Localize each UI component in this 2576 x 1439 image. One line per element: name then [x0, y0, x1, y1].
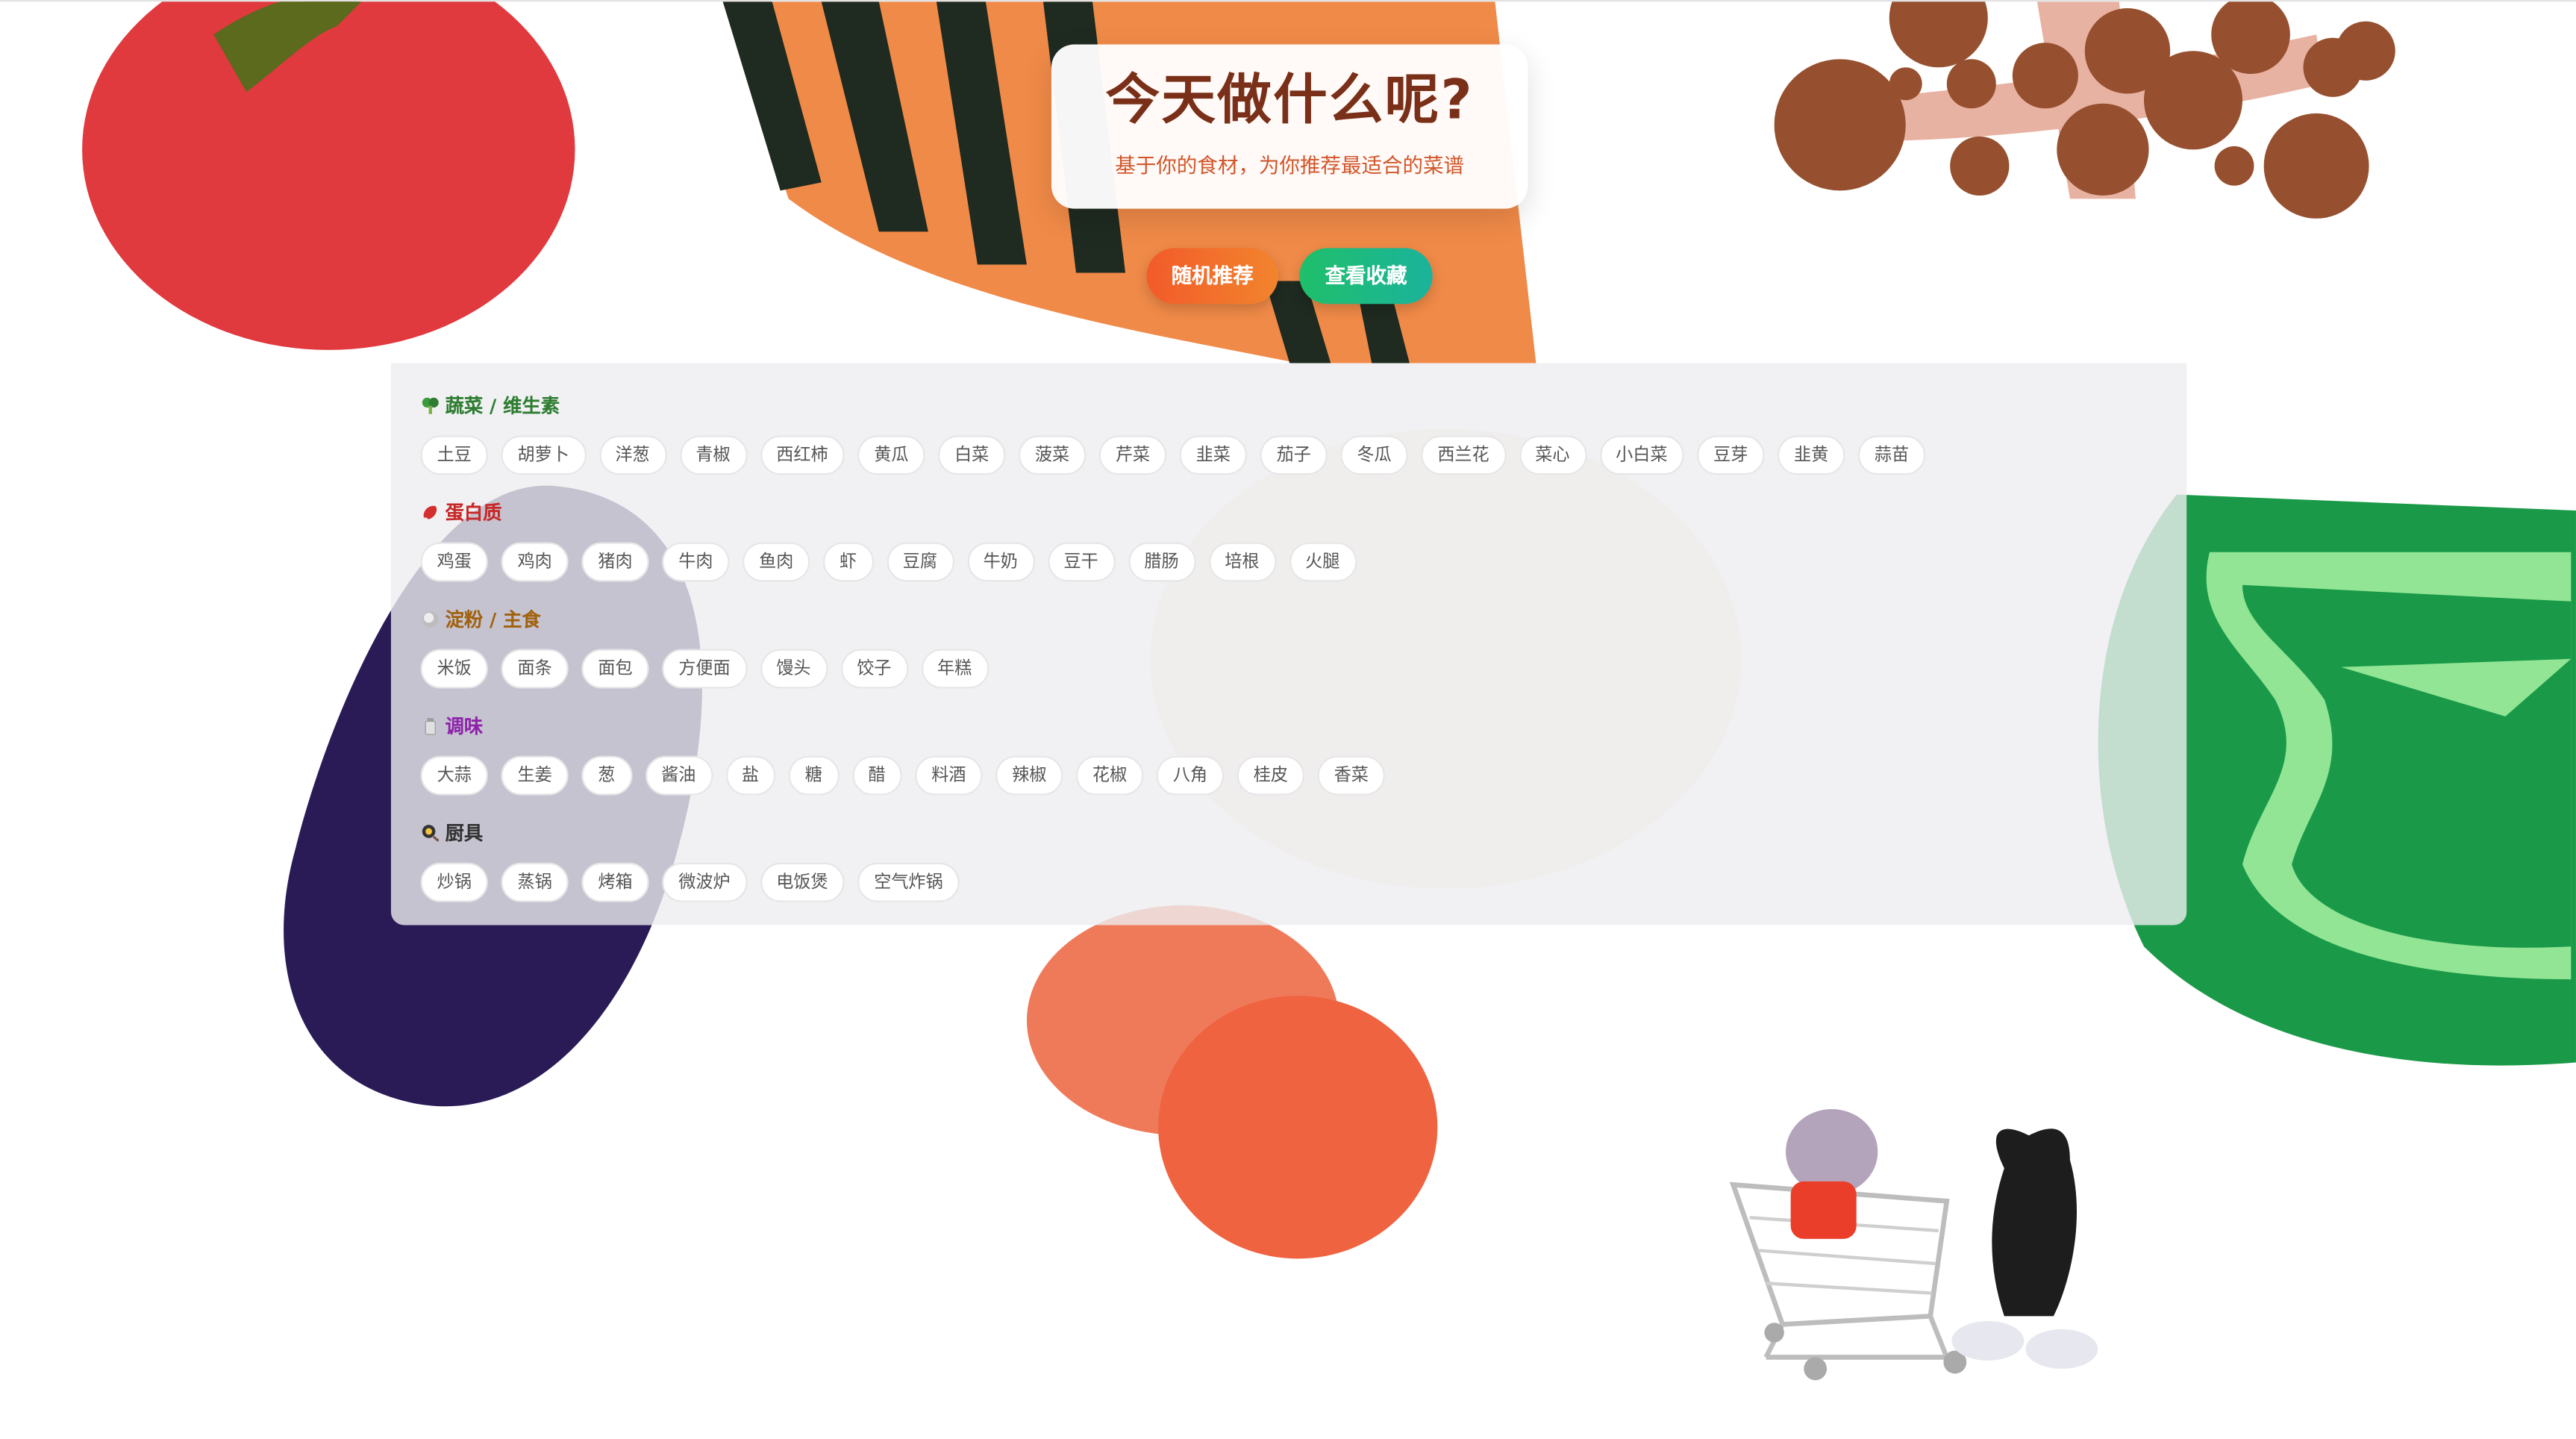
- ingredient-chip[interactable]: 黄瓜: [857, 435, 925, 475]
- ingredient-chip[interactable]: 大蒜: [420, 755, 488, 796]
- category-staples: 淀粉 / 主食 米饭 面条 面包 方便面 馒头 饺子 年糕: [420, 606, 989, 689]
- ingredient-chip[interactable]: 青椒: [679, 435, 747, 475]
- ingredient-chip[interactable]: 生姜: [501, 755, 569, 796]
- ingredient-chip[interactable]: 炒锅: [420, 862, 488, 902]
- ingredient-chip[interactable]: 菜心: [1519, 435, 1586, 475]
- ingredient-chip[interactable]: 芹菜: [1098, 435, 1167, 475]
- ingredient-chip[interactable]: 培根: [1208, 542, 1276, 582]
- broccoli-icon: [421, 396, 440, 416]
- ingredient-chip[interactable]: 料酒: [915, 755, 983, 796]
- ingredient-chip[interactable]: 猪肉: [581, 542, 649, 582]
- view-favorites-button[interactable]: 查看收藏: [1299, 248, 1433, 305]
- ingredient-chip[interactable]: 火腿: [1289, 542, 1357, 582]
- tomato-illustration: [82, 1, 591, 379]
- ingredient-chip[interactable]: 西红柿: [760, 435, 845, 475]
- salt-shaker-icon: [421, 717, 440, 736]
- ingredient-chip[interactable]: 牛肉: [662, 542, 730, 582]
- ingredient-chip[interactable]: 空气炸锅: [857, 862, 960, 902]
- ingredient-chip[interactable]: 葱: [581, 755, 632, 796]
- random-recommend-button[interactable]: 随机推荐: [1146, 248, 1278, 305]
- category-vegetables: 蔬菜 / 维生素 土豆 胡萝卜 洋葱 青椒 西红柿 黄瓜 白菜 菠菜 芹菜 韭菜…: [420, 393, 1926, 475]
- ingredient-chip-list: 米饭 面条 面包 方便面 馒头 饺子 年糕: [420, 649, 989, 689]
- category-tools: 厨具 炒锅 蒸锅 烤箱 微波炉 电饭煲 空气炸锅: [420, 820, 960, 902]
- ingredient-chip[interactable]: 微波炉: [662, 862, 747, 902]
- ingredient-chip[interactable]: 花椒: [1075, 755, 1144, 796]
- category-title: 淀粉 / 主食: [445, 608, 541, 631]
- ingredient-chip[interactable]: 辣椒: [995, 755, 1063, 796]
- ingredient-chip[interactable]: 桂皮: [1237, 755, 1304, 796]
- ingredient-panel: 蔬菜 / 维生素 土豆 胡萝卜 洋葱 青椒 西红柿 黄瓜 白菜 菠菜 芹菜 韭菜…: [390, 363, 2187, 925]
- ingredient-chip[interactable]: 蒸锅: [501, 862, 569, 902]
- category-title: 调味: [445, 714, 484, 738]
- ingredient-chip[interactable]: 方便面: [662, 649, 747, 689]
- ingredient-chip[interactable]: 酱油: [645, 755, 713, 796]
- ingredient-chip[interactable]: 八角: [1156, 755, 1225, 796]
- ingredient-chip[interactable]: 菠菜: [1018, 435, 1087, 475]
- page-subtitle: 基于你的食材，为你推荐最适合的菜谱: [1115, 152, 1465, 178]
- ingredient-chip[interactable]: 豆干: [1047, 542, 1115, 582]
- frying-pan-icon: [421, 823, 440, 843]
- ingredient-chip[interactable]: 米饭: [420, 649, 488, 689]
- category-title: 厨具: [445, 821, 484, 845]
- title-card: 今天做什么呢? 基于你的食材，为你推荐最适合的菜谱: [1051, 44, 1528, 209]
- meat-icon: [421, 503, 440, 522]
- ingredient-chip[interactable]: 茄子: [1260, 435, 1328, 475]
- shopping-cart-pets-illustration: [1717, 1102, 2111, 1398]
- ingredient-chip[interactable]: 腊肠: [1128, 542, 1195, 582]
- ingredient-chip[interactable]: 鸡蛋: [420, 542, 488, 582]
- ingredient-chip-list: 鸡蛋 鸡肉 猪肉 牛肉 鱼肉 虾 豆腐 牛奶 豆干 腊肠 培根 火腿: [420, 542, 1357, 582]
- ingredient-chip[interactable]: 饺子: [840, 649, 908, 689]
- ingredient-chip[interactable]: 电饭煲: [760, 862, 845, 902]
- page: 今天做什么呢? 基于你的食材，为你推荐最适合的菜谱 随机推荐 查看收藏 蔬菜 /…: [0, 0, 2576, 1439]
- ingredient-chip-list: 大蒜 生姜 葱 酱油 盐 糖 醋 料酒 辣椒 花椒 八角 桂皮 香菜: [420, 755, 1385, 796]
- ingredient-chip[interactable]: 盐: [725, 755, 776, 796]
- ingredient-chip[interactable]: 洋葱: [598, 435, 666, 475]
- category-title: 蔬菜 / 维生素: [445, 394, 560, 418]
- ingredient-chip[interactable]: 鸡肉: [501, 542, 569, 582]
- ingredient-chip[interactable]: 醋: [851, 755, 902, 796]
- ingredient-chip[interactable]: 小白菜: [1599, 435, 1684, 475]
- ingredient-chip-list: 土豆 胡萝卜 洋葱 青椒 西红柿 黄瓜 白菜 菠菜 芹菜 韭菜 茄子 冬瓜 西兰…: [420, 435, 1926, 475]
- ingredient-chip[interactable]: 烤箱: [581, 862, 649, 902]
- ingredient-chip[interactable]: 白菜: [938, 435, 1006, 475]
- ingredient-chip-list: 炒锅 蒸锅 烤箱 微波炉 电饭煲 空气炸锅: [420, 862, 960, 902]
- ingredient-chip[interactable]: 豆芽: [1697, 435, 1765, 475]
- ingredient-chip[interactable]: 香菜: [1317, 755, 1385, 796]
- ingredient-chip[interactable]: 糖: [788, 755, 839, 796]
- ingredient-chip[interactable]: 虾: [822, 542, 874, 582]
- category-seasoning: 调味 大蒜 生姜 葱 酱油 盐 糖 醋 料酒 辣椒 花椒 八角 桂皮 香菜: [420, 713, 1385, 796]
- ingredient-chip[interactable]: 韭黄: [1778, 435, 1845, 475]
- carrot-slices-illustration: [1026, 897, 1454, 1275]
- page-title: 今天做什么呢?: [1105, 67, 1474, 132]
- ingredient-chip[interactable]: 牛奶: [966, 542, 1034, 582]
- ingredient-chip[interactable]: 韭菜: [1179, 435, 1247, 475]
- ingredient-chip[interactable]: 年糕: [920, 649, 989, 689]
- ingredient-chip[interactable]: 土豆: [420, 435, 488, 475]
- ingredient-chip[interactable]: 豆腐: [886, 542, 954, 582]
- category-protein: 蛋白质 鸡蛋 鸡肉 猪肉 牛肉 鱼肉 虾 豆腐 牛奶 豆干 腊肠 培根 火腿: [420, 499, 1357, 582]
- category-title: 蛋白质: [445, 501, 502, 525]
- ingredient-chip[interactable]: 面包: [581, 649, 649, 689]
- ingredient-chip[interactable]: 西兰花: [1421, 435, 1506, 475]
- ingredient-chip[interactable]: 胡萝卜: [501, 435, 586, 475]
- ingredient-chip[interactable]: 蒜苗: [1857, 435, 1926, 475]
- rice-icon: [421, 610, 440, 629]
- ingredient-chip[interactable]: 冬瓜: [1340, 435, 1408, 475]
- ingredient-chip[interactable]: 馒头: [760, 649, 828, 689]
- ingredient-chip[interactable]: 面条: [501, 649, 569, 689]
- ingredient-chip[interactable]: 鱼肉: [743, 542, 810, 582]
- mushroom-cluster-illustration: [1758, 1, 2416, 248]
